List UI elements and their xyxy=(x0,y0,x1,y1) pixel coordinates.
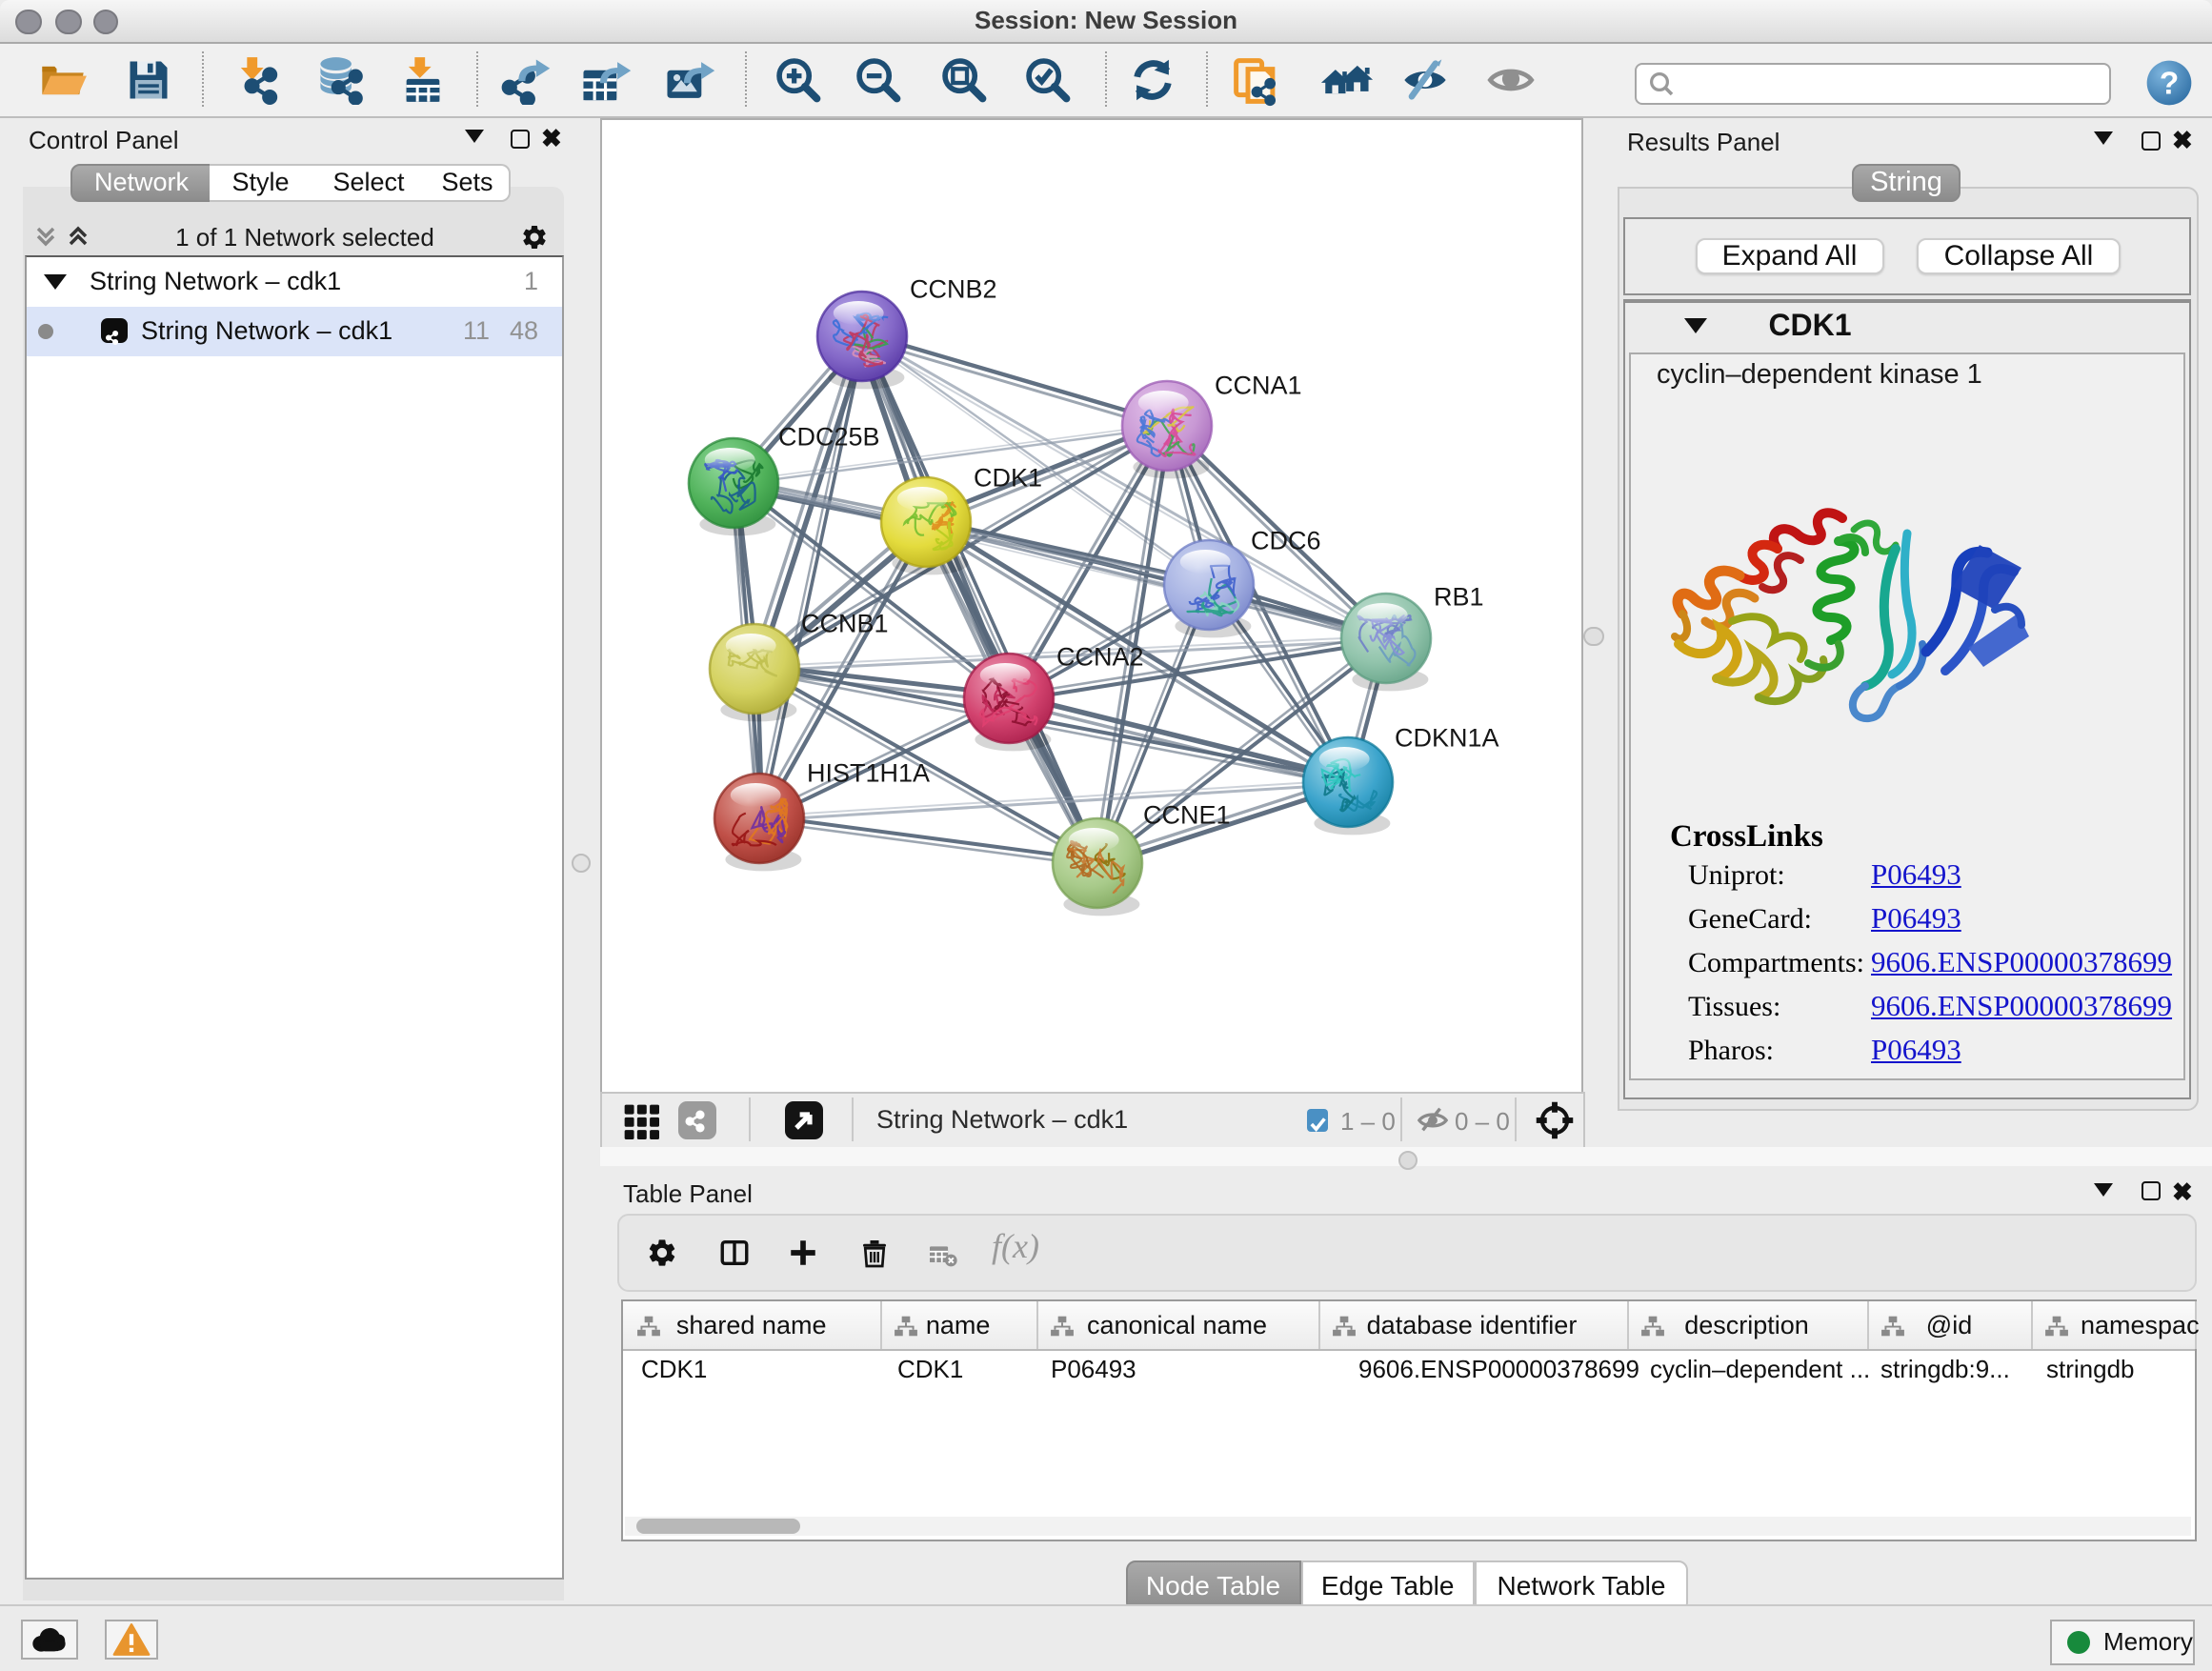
svg-text:CDKN1A: CDKN1A xyxy=(1394,723,1498,752)
svg-text:CCNA1: CCNA1 xyxy=(1214,371,1301,399)
svg-text:CDC25B: CDC25B xyxy=(777,422,879,451)
svg-text:RB1: RB1 xyxy=(1433,582,1483,611)
svg-text:CDK1: CDK1 xyxy=(973,463,1041,492)
svg-text:CCNA2: CCNA2 xyxy=(1056,642,1143,671)
svg-text:?: ? xyxy=(2160,66,2179,101)
svg-text:CCNE1: CCNE1 xyxy=(1142,800,1230,829)
svg-text:CCNB1: CCNB1 xyxy=(800,609,888,637)
svg-text:HIST1H1A: HIST1H1A xyxy=(806,758,929,787)
svg-text:CCNB2: CCNB2 xyxy=(909,274,996,303)
svg-text:CDC6: CDC6 xyxy=(1250,526,1320,554)
